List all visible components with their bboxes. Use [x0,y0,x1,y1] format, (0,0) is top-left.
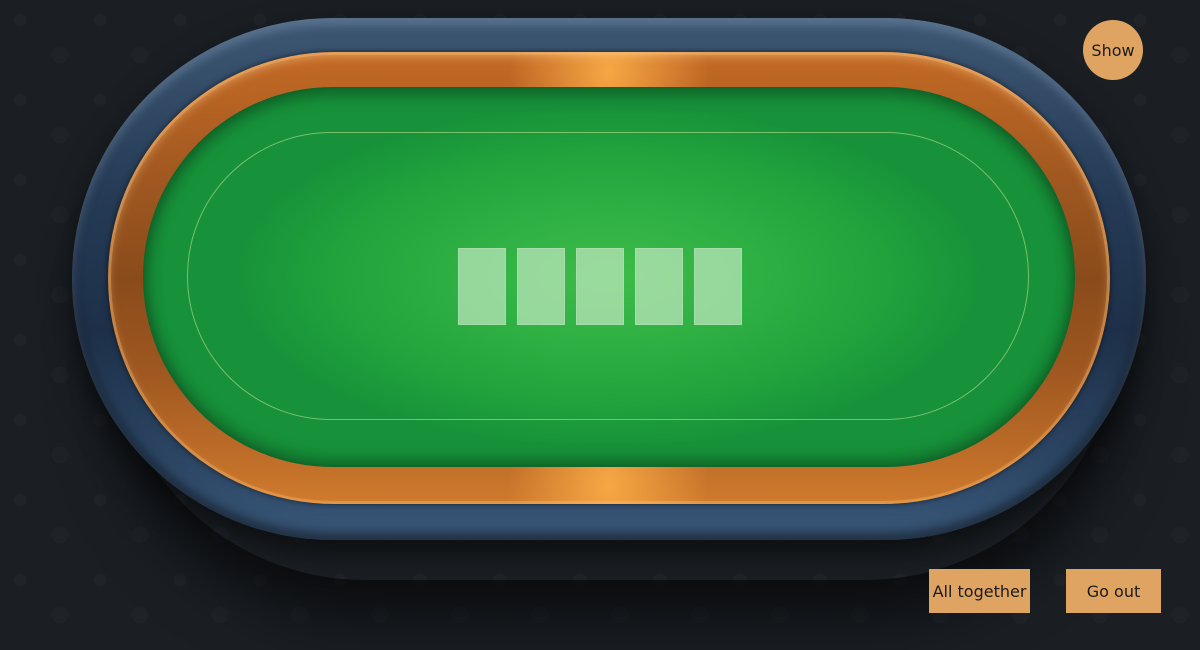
go-out-button[interactable]: Go out [1066,569,1161,613]
community-card-slot-2 [517,248,565,325]
community-card-slot-5 [694,248,742,325]
all-together-button[interactable]: All together [929,569,1030,613]
show-button[interactable]: Show [1083,20,1143,80]
community-card-slot-3 [576,248,624,325]
community-card-slot-1 [458,248,506,325]
community-card-slot-4 [635,248,683,325]
community-cards [458,248,742,325]
